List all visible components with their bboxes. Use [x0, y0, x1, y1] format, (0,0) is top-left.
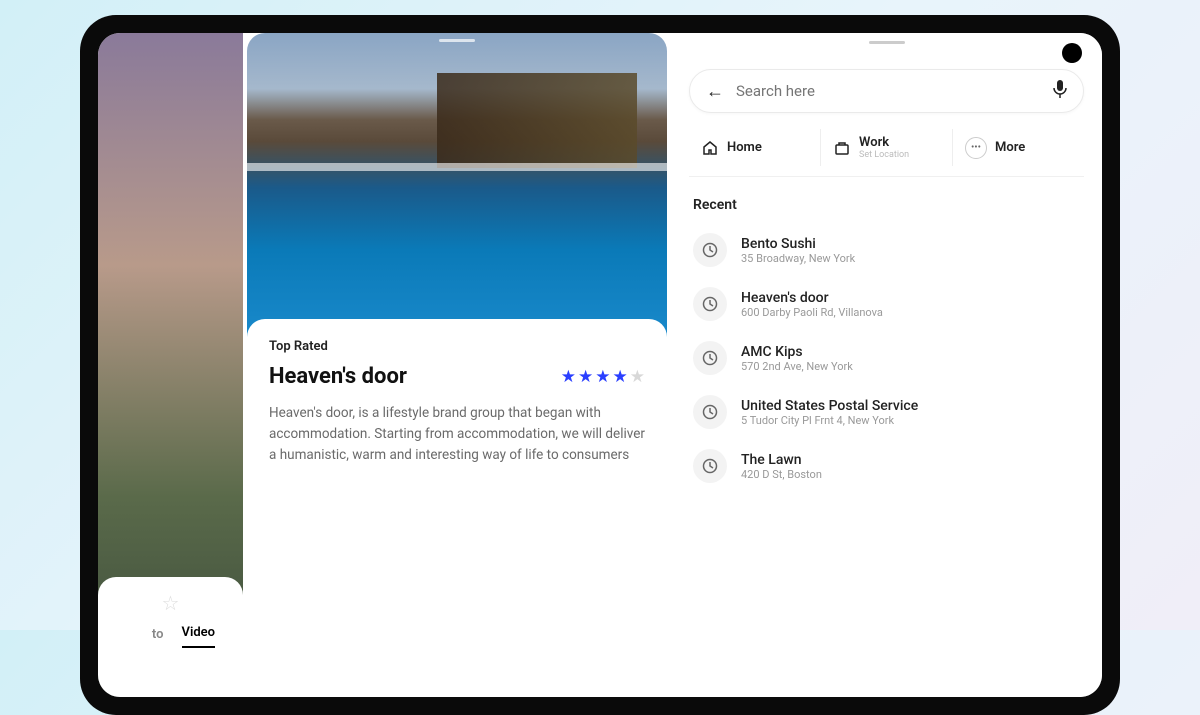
recent-sub: 5 Tudor City Pl Frnt 4, New York [741, 414, 918, 427]
hero-building [437, 73, 637, 168]
recent-list: Bento Sushi 35 Broadway, New York Heaven… [689, 225, 1084, 491]
pane-gallery: ☆ to Video [98, 33, 243, 697]
shortcut-home[interactable]: Home [689, 129, 821, 166]
recent-title: AMC Kips [741, 344, 853, 360]
recent-header: Recent [693, 197, 1084, 213]
pane-search: ← Home [671, 33, 1102, 697]
gallery-card: ☆ to Video [98, 577, 243, 697]
star-icon: ★ [578, 367, 593, 387]
shortcut-label: Work [859, 135, 909, 150]
shortcut-sub: Set Location [859, 150, 909, 160]
listing-card: Top Rated Heaven's door ★ ★ ★ ★ ★ Heaven… [247, 319, 667, 486]
shortcut-work[interactable]: Work Set Location [821, 129, 953, 166]
listing-title: Heaven's door [269, 364, 407, 389]
list-item[interactable]: Heaven's door 600 Darby Paoli Rd, Villan… [689, 279, 1084, 329]
clock-icon [693, 341, 727, 375]
pane-listing: Top Rated Heaven's door ★ ★ ★ ★ ★ Heaven… [247, 33, 667, 697]
listing-badge: Top Rated [269, 339, 645, 354]
recent-title: Bento Sushi [741, 236, 855, 252]
search-input[interactable] [736, 82, 1053, 100]
star-icon: ★ [613, 367, 628, 387]
list-item[interactable]: United States Postal Service 5 Tudor Cit… [689, 387, 1084, 437]
recent-title: United States Postal Service [741, 398, 918, 414]
shortcut-label: More [995, 140, 1025, 155]
shortcuts-row: Home Work Set Location ••• More [689, 129, 1084, 177]
drag-handle[interactable] [869, 41, 905, 44]
tab-photo[interactable]: to [152, 627, 164, 648]
list-item[interactable]: AMC Kips 570 2nd Ave, New York [689, 333, 1084, 383]
star-icon: ★ [561, 367, 576, 387]
shortcut-more[interactable]: ••• More [953, 129, 1084, 166]
clock-icon [693, 395, 727, 429]
back-arrow-icon[interactable]: ← [706, 81, 724, 102]
device-frame: ☆ to Video Top Rated Heaven's door ★ [80, 15, 1120, 715]
star-icon: ★ [595, 367, 610, 387]
screen: ☆ to Video Top Rated Heaven's door ★ [98, 33, 1102, 697]
rating-stars: ★ ★ ★ ★ ★ [561, 367, 645, 387]
tab-video[interactable]: Video [182, 625, 216, 648]
listing-description: Heaven's door, is a lifestyle brand grou… [269, 403, 645, 466]
list-item[interactable]: Bento Sushi 35 Broadway, New York [689, 225, 1084, 275]
more-icon: ••• [965, 137, 987, 159]
recent-title: The Lawn [741, 452, 822, 468]
recent-sub: 420 D St, Boston [741, 468, 822, 481]
recent-sub: 35 Broadway, New York [741, 252, 855, 265]
mic-icon[interactable] [1053, 80, 1067, 102]
briefcase-icon [833, 139, 851, 157]
gallery-tabs: to Video [108, 625, 233, 648]
shortcut-label: Home [727, 140, 762, 155]
listing-hero-image [247, 33, 667, 343]
clock-icon [693, 449, 727, 483]
star-icon: ★ [630, 367, 645, 387]
list-item[interactable]: The Lawn 420 D St, Boston [689, 441, 1084, 491]
recent-title: Heaven's door [741, 290, 883, 306]
home-icon [701, 139, 719, 157]
hero-pool-edge [247, 163, 667, 171]
recent-sub: 570 2nd Ave, New York [741, 360, 853, 373]
star-icon[interactable]: ☆ [108, 591, 233, 615]
search-bar[interactable]: ← [689, 69, 1084, 113]
clock-icon [693, 233, 727, 267]
drag-handle[interactable] [439, 39, 475, 42]
recent-sub: 600 Darby Paoli Rd, Villanova [741, 306, 883, 319]
camera-hole [1062, 43, 1082, 63]
clock-icon [693, 287, 727, 321]
